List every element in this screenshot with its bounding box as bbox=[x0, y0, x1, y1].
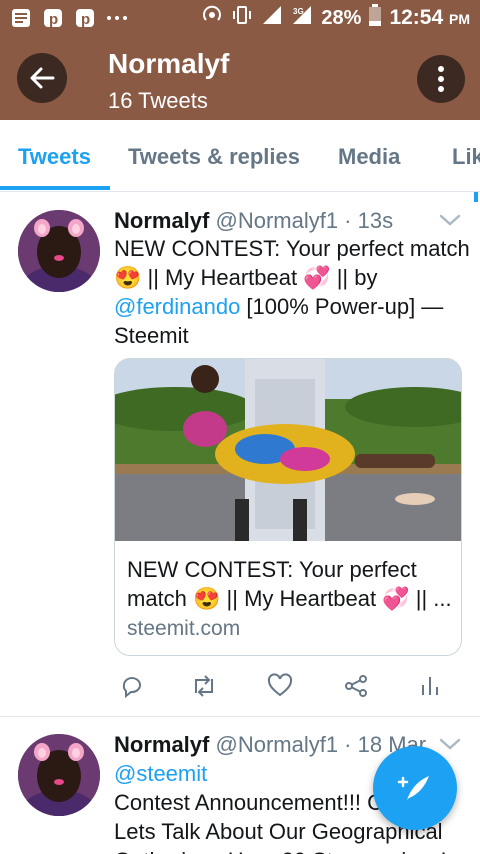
like-button[interactable] bbox=[266, 672, 294, 700]
tweet-text-span: [100% Power-up] — bbox=[240, 294, 444, 319]
p-app-icon: p bbox=[42, 7, 64, 29]
tweet-text-line: Gatherings Here 20 Steem prizes! bbox=[114, 846, 470, 854]
back-button[interactable] bbox=[17, 53, 67, 103]
analytics-icon bbox=[422, 677, 438, 695]
tweet-actions bbox=[114, 672, 454, 702]
retweet-button[interactable] bbox=[190, 672, 218, 700]
share-icon bbox=[345, 675, 367, 697]
link-card[interactable]: NEW CONTEST: Your perfect match 😍 || My … bbox=[114, 358, 462, 656]
svg-text:p: p bbox=[81, 11, 90, 28]
tweet-text-line: @ferdinando [100% Power-up] — bbox=[114, 292, 470, 321]
card-title-line: match 😍 || My Heartbeat 💞 || ... bbox=[127, 586, 452, 611]
clock-ampm: PM bbox=[449, 11, 470, 27]
mention-link[interactable]: @ferdinando bbox=[114, 294, 240, 319]
signal-icon bbox=[261, 4, 283, 32]
compose-feather-icon bbox=[397, 776, 429, 800]
tweet-author-name[interactable]: Normalyf bbox=[114, 208, 209, 233]
hotspot-icon bbox=[201, 4, 223, 32]
active-tab-indicator bbox=[0, 186, 110, 190]
tab-media[interactable]: Media bbox=[338, 144, 400, 170]
analytics-button[interactable] bbox=[416, 672, 444, 700]
clock-time: 12:54 bbox=[389, 6, 444, 29]
tweet-text-line: NEW CONTEST: Your perfect match bbox=[114, 236, 470, 261]
tweet-header: Normalyf @Normalyf1 · 18 Mar bbox=[114, 732, 426, 758]
tab-tweets[interactable]: Tweets bbox=[18, 144, 91, 170]
link-card-domain: steemit.com bbox=[127, 617, 241, 640]
battery-icon bbox=[369, 4, 382, 32]
reply-icon bbox=[122, 677, 141, 699]
p-app-icon-2: p bbox=[74, 7, 96, 29]
retweet-icon bbox=[195, 675, 213, 697]
share-button[interactable] bbox=[342, 672, 370, 700]
avatar[interactable] bbox=[18, 210, 100, 292]
status-bar: p p 3G 28% 12:54 PM bbox=[0, 0, 480, 36]
tweet-count: 16 Tweets bbox=[108, 88, 208, 113]
compose-tweet-button[interactable] bbox=[373, 746, 457, 830]
vibrate-icon bbox=[231, 4, 253, 32]
card-title-line: NEW CONTEST: Your perfect bbox=[127, 557, 417, 582]
more-notifications-icon bbox=[106, 7, 128, 29]
clock: 12:54 PM bbox=[389, 6, 470, 30]
heart-icon bbox=[267, 673, 293, 697]
battery-percent: 28% bbox=[321, 6, 362, 29]
tweet-author-handle: @Normalyf1 · 13s bbox=[215, 208, 394, 233]
reply-button[interactable] bbox=[118, 672, 146, 700]
tab-tweets-replies[interactable]: Tweets & replies bbox=[128, 144, 300, 170]
tweet-author-name[interactable]: Normalyf bbox=[114, 732, 209, 757]
chevron-down-icon[interactable] bbox=[438, 212, 462, 228]
tab-likes[interactable]: Lik bbox=[452, 144, 480, 170]
more-options-button[interactable] bbox=[417, 55, 465, 103]
back-arrow-icon bbox=[30, 67, 55, 89]
avatar[interactable] bbox=[18, 734, 100, 816]
scrollbar[interactable] bbox=[474, 192, 478, 202]
link-card-title: NEW CONTEST: Your perfect match 😍 || My … bbox=[127, 555, 452, 613]
mention-link[interactable]: @steemit bbox=[114, 761, 207, 786]
tweet-text: NEW CONTEST: Your perfect match 😍 || My … bbox=[114, 234, 470, 350]
svg-text:3G: 3G bbox=[293, 7, 304, 16]
profile-name: Normalyf bbox=[108, 48, 230, 79]
tweet-text-line: 😍 || My Heartbeat 💞 || by bbox=[114, 265, 378, 290]
chevron-down-icon[interactable] bbox=[438, 736, 462, 752]
svg-text:p: p bbox=[49, 11, 58, 28]
tweet-header: Normalyf @Normalyf1 · 13s bbox=[114, 208, 393, 234]
news-app-icon bbox=[10, 7, 32, 29]
divider bbox=[0, 716, 480, 717]
more-vertical-icon bbox=[438, 66, 444, 92]
network-3g-icon: 3G bbox=[291, 4, 313, 32]
tweet-text-line: Steemit bbox=[114, 323, 189, 348]
profile-tabs: Tweets Tweets & replies Media Lik bbox=[0, 120, 480, 192]
link-card-image bbox=[115, 359, 461, 541]
profile-header: Normalyf 16 Tweets bbox=[0, 36, 480, 120]
